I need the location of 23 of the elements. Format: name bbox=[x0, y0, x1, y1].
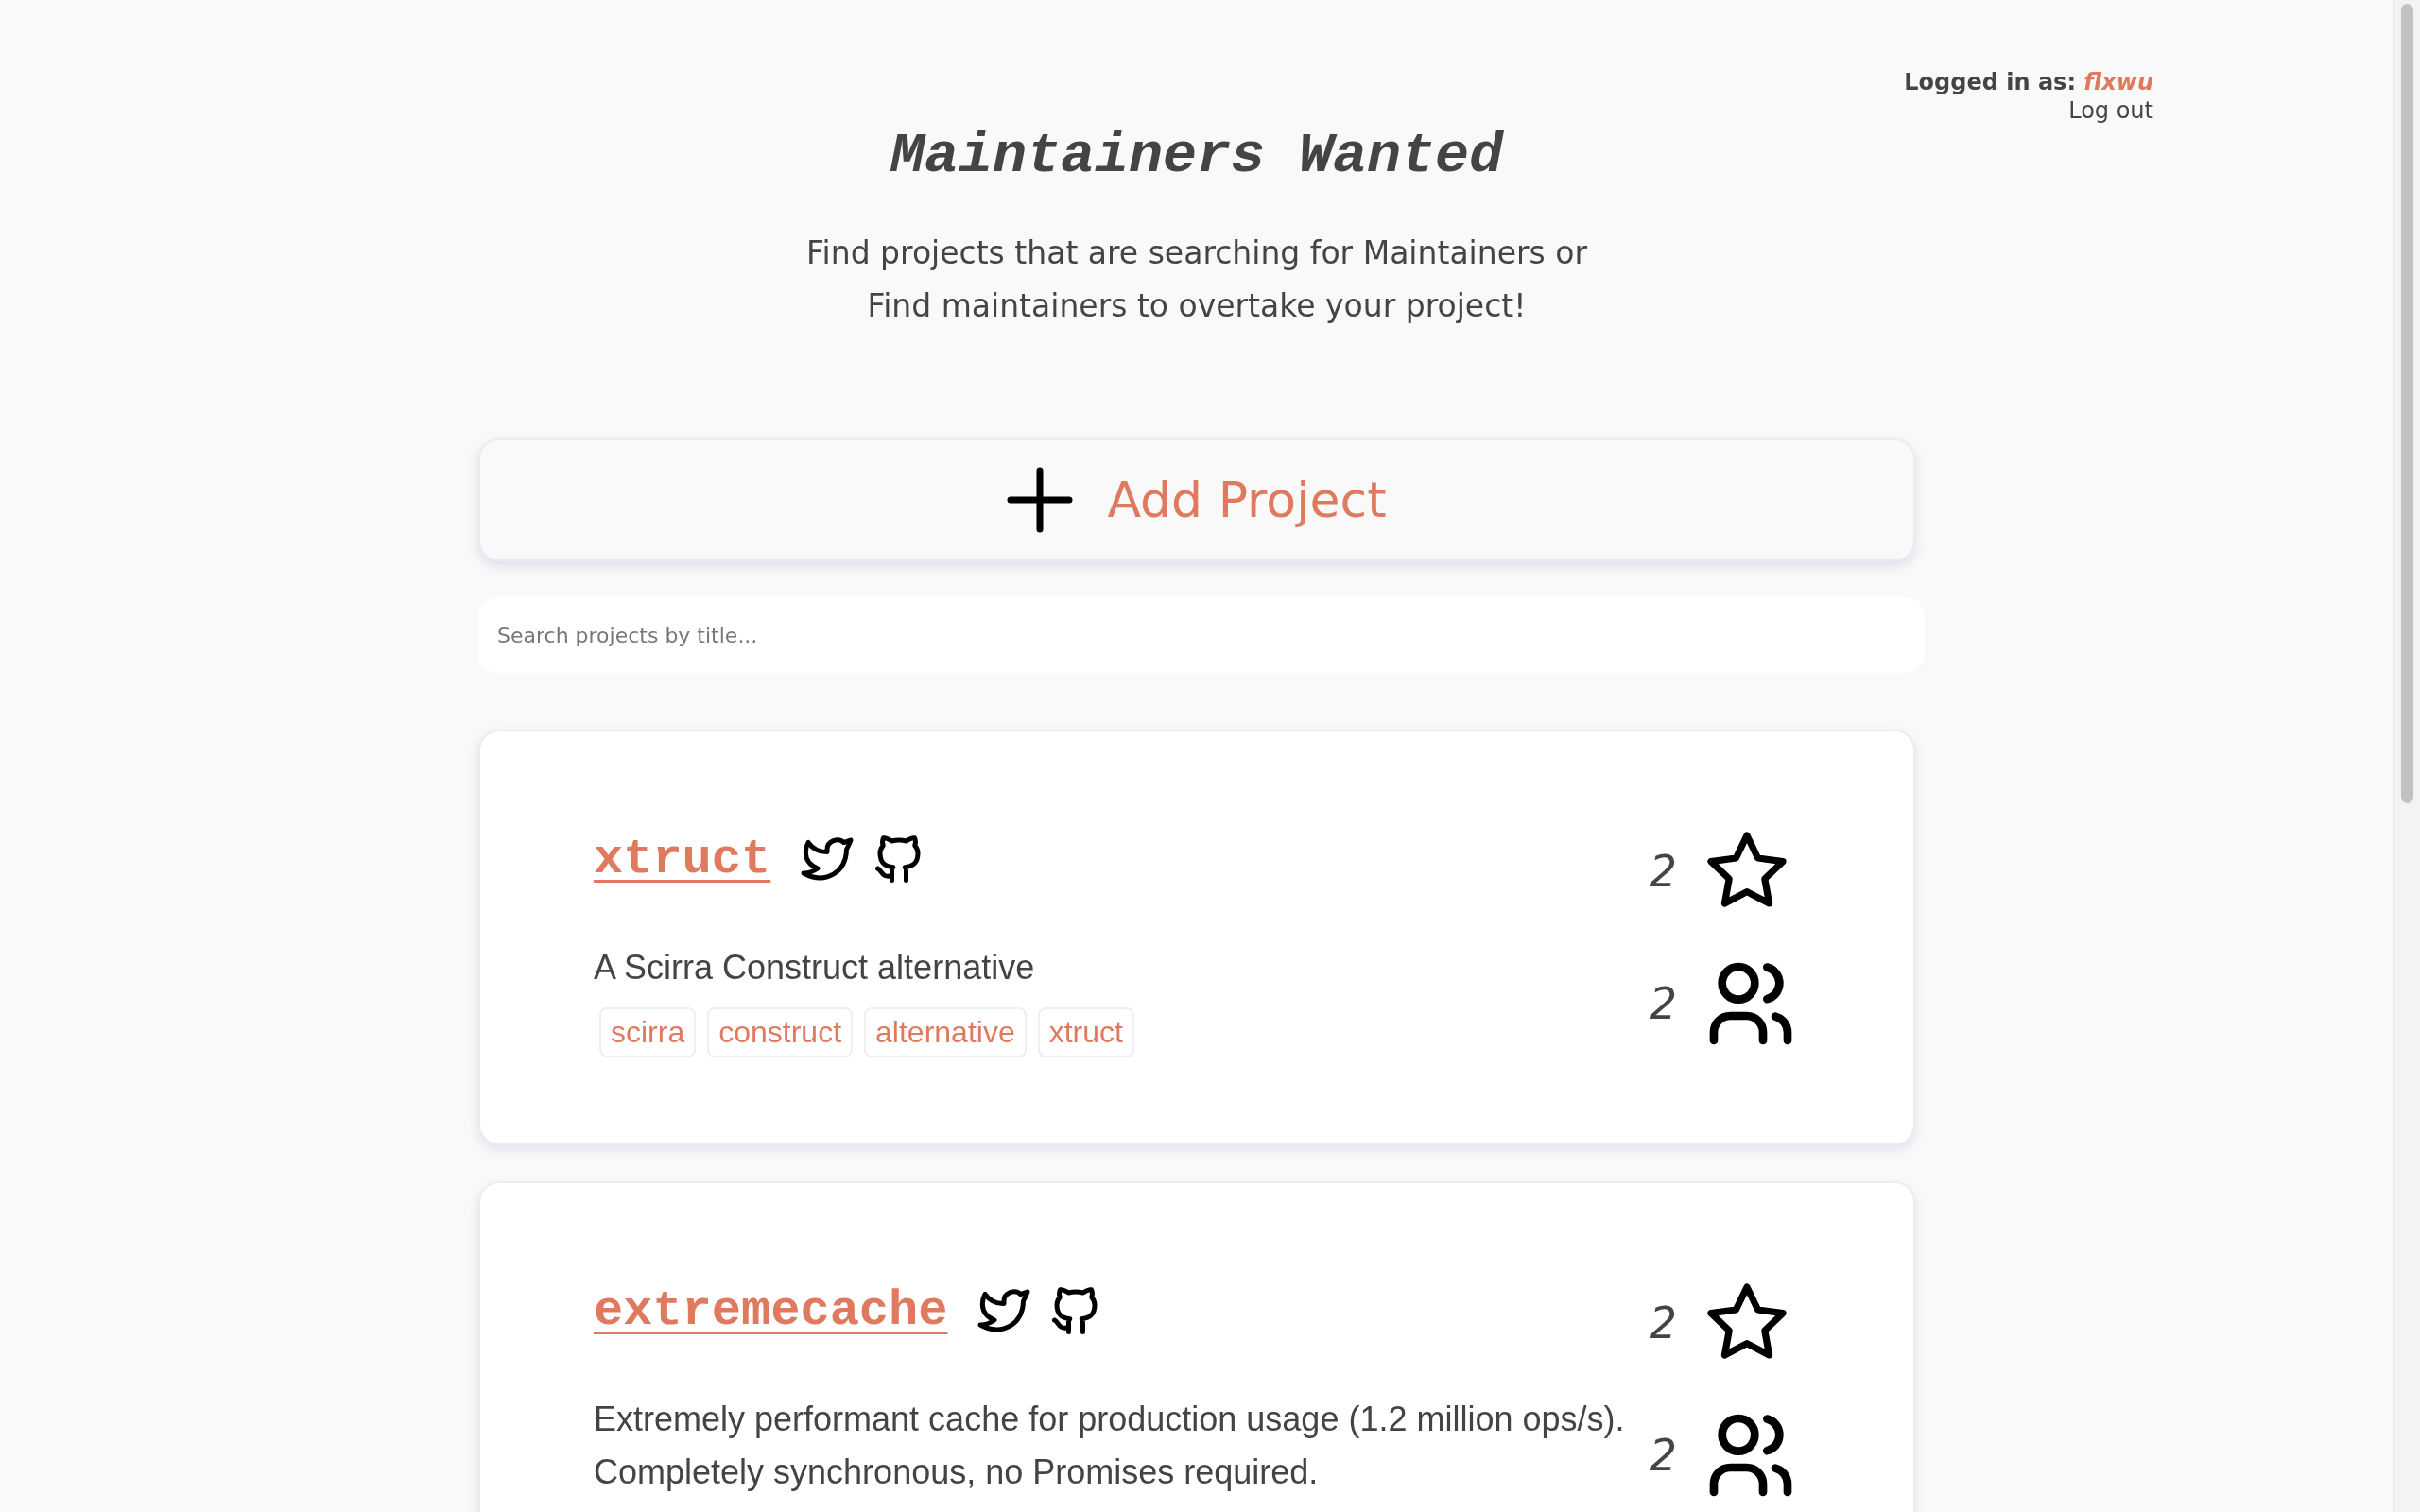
search-field[interactable]: Search projects by title... bbox=[478, 597, 1925, 673]
subtitle-text: Find maintainers to overtake your project! bbox=[867, 286, 1527, 326]
add-project-button[interactable]: Add Project bbox=[478, 438, 1915, 561]
tag-chip[interactable]: construct bbox=[707, 1007, 854, 1057]
subtitle-text: Find projects that are searching for Maintainers or bbox=[806, 233, 1587, 273]
logged-in-text: Logged in as: flxwu bbox=[1904, 68, 2153, 96]
project-description: Completely synchronous, no Promises required. bbox=[594, 1452, 1320, 1493]
page-title: Maintainers Wanted bbox=[889, 123, 1505, 189]
tag-chip[interactable]: xtruct bbox=[1037, 1007, 1134, 1057]
scrollbar-thumb[interactable] bbox=[2401, 4, 2413, 803]
scrollbar[interactable] bbox=[2393, 0, 2420, 1512]
tag-chip[interactable]: scirra bbox=[599, 1007, 697, 1057]
project-title-link[interactable]: xtruct bbox=[594, 831, 771, 887]
tag-chip[interactable]: alternative bbox=[864, 1007, 1027, 1057]
project-title-link[interactable]: extremecache bbox=[594, 1282, 948, 1339]
star-count: 2 bbox=[1649, 1297, 1677, 1349]
star-count: 2 bbox=[1649, 846, 1677, 897]
logout-link[interactable]: Log out bbox=[2068, 96, 2153, 125]
project-description: A Scirra Construct alternative bbox=[594, 947, 1036, 988]
project-description: Extremely performant cache for production usage (1.2 million ops/s). bbox=[594, 1399, 1625, 1440]
plus-icon bbox=[1007, 467, 1074, 533]
maintainer-count: 2 bbox=[1649, 1430, 1677, 1481]
maintainer-count: 2 bbox=[1649, 978, 1677, 1029]
